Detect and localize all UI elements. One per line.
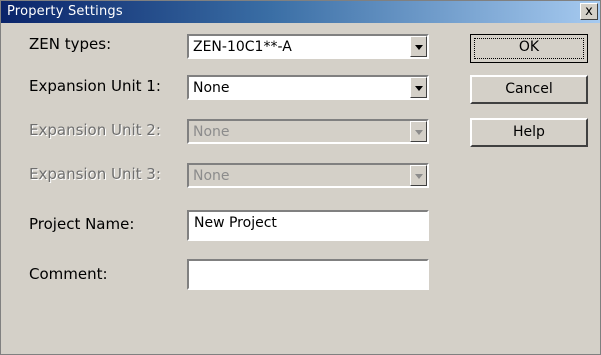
expansion-unit-1-label: Expansion Unit 1: [29, 77, 161, 95]
expansion-unit-3-select: None [187, 163, 429, 188]
project-name-label: Project Name: [29, 215, 135, 233]
comment-input[interactable] [187, 259, 429, 290]
property-settings-dialog: Property Settings x ZEN types: ZEN-10C1*… [0, 0, 601, 355]
ok-button[interactable]: OK [470, 34, 588, 63]
chevron-down-icon [415, 174, 423, 179]
window-title: Property Settings [7, 4, 123, 19]
expansion-unit-1-dropdown-button[interactable] [410, 77, 427, 98]
zen-types-label: ZEN types: [29, 35, 112, 53]
expansion-unit-3-dropdown-button [410, 165, 427, 186]
expansion-unit-1-select[interactable]: None [187, 75, 429, 100]
chevron-down-icon [415, 86, 423, 91]
zen-types-value: ZEN-10C1**-A [193, 39, 292, 55]
cancel-button-label: Cancel [505, 81, 553, 97]
help-button-label: Help [513, 124, 545, 140]
expansion-unit-1-value: None [193, 80, 230, 96]
close-button[interactable]: x [580, 3, 598, 20]
project-name-input[interactable]: New Project [187, 210, 429, 241]
focus-rectangle [474, 38, 584, 59]
expansion-unit-3-value: None [193, 168, 230, 184]
chevron-down-icon [415, 45, 423, 50]
expansion-unit-2-value: None [193, 124, 230, 140]
zen-types-dropdown-button[interactable] [410, 36, 427, 57]
cancel-button[interactable]: Cancel [470, 75, 588, 104]
expansion-unit-2-label: Expansion Unit 2: [29, 121, 161, 139]
zen-types-select[interactable]: ZEN-10C1**-A [187, 34, 429, 59]
expansion-unit-2-select: None [187, 119, 429, 144]
title-bar[interactable]: Property Settings x [1, 1, 600, 23]
comment-label: Comment: [29, 265, 108, 283]
expansion-unit-2-dropdown-button [410, 121, 427, 142]
close-icon: x [585, 4, 593, 19]
expansion-unit-3-label: Expansion Unit 3: [29, 165, 161, 183]
help-button[interactable]: Help [470, 118, 588, 147]
chevron-down-icon [415, 130, 423, 135]
